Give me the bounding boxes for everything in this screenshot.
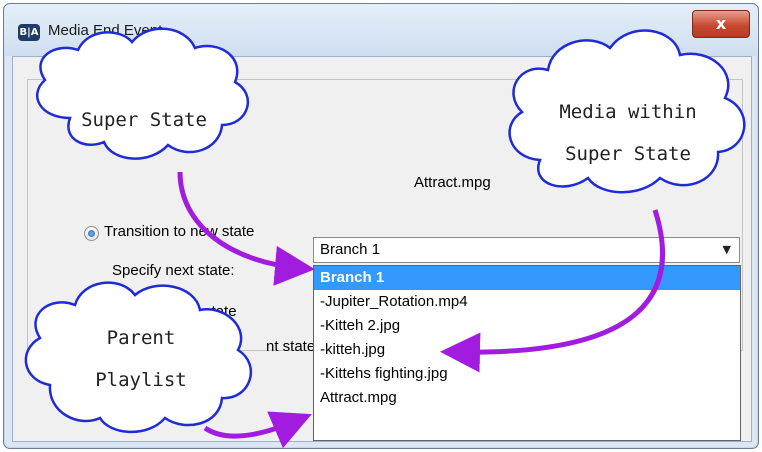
cloud-media-within: Media within Super State [508,29,746,194]
cloud-parent-playlist: Parent Playlist [24,281,253,434]
cloud-parent-label-1: Parent [107,327,176,349]
cloud-media-within-label-1: Media within [559,101,696,123]
arrow-parent-playlist [203,411,312,449]
cloud-parent-label-2: Playlist [95,369,187,391]
cloud-super-state-label: Super State [81,109,207,131]
cloud-super-state: Super State [36,27,250,160]
arrow-media-within [440,209,666,373]
annotation-overlay: Super State Media within Super State Par… [24,27,746,449]
cloud-media-within-label-2: Super State [565,143,691,165]
arrow-super-state [177,171,315,286]
